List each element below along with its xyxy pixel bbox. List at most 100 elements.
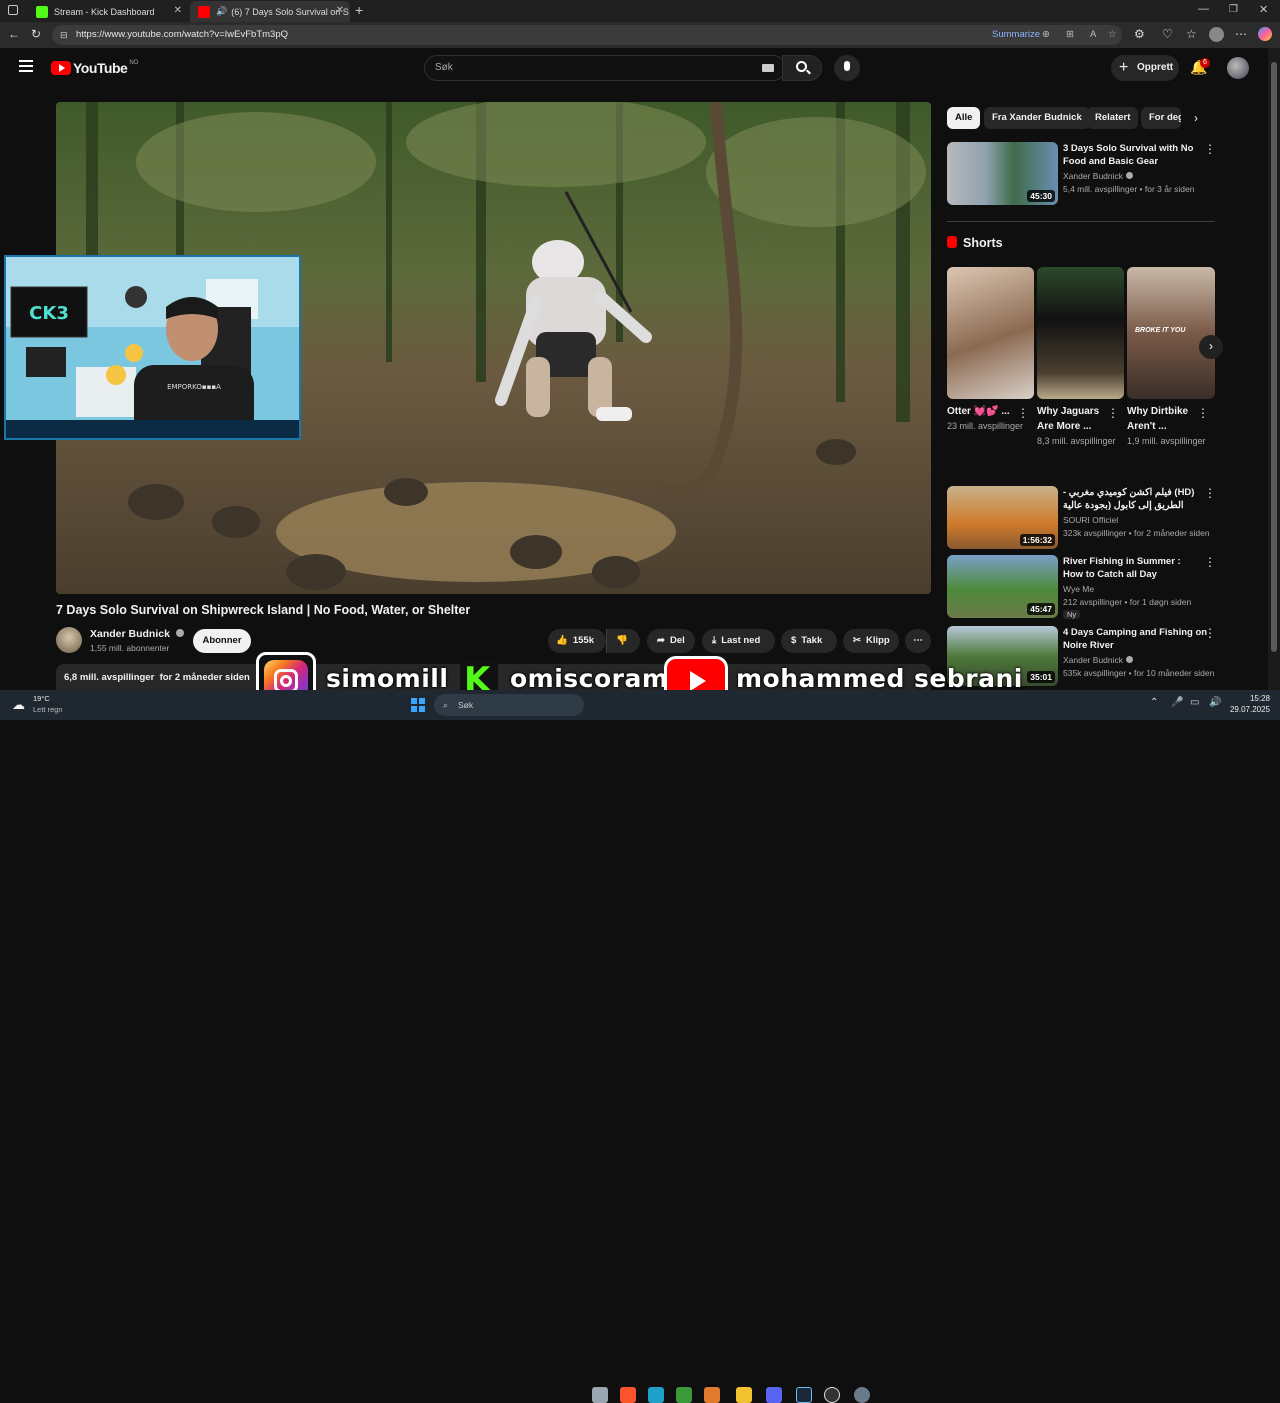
close-icon[interactable]: ✕: [336, 5, 344, 16]
short-item[interactable]: Why Jaguars Are More ... 8,3 mill. avspi…: [1037, 267, 1124, 448]
microphone-icon[interactable]: 🎤: [1171, 697, 1183, 708]
new-tab-icon[interactable]: +: [355, 2, 363, 18]
filter-chip-for-you[interactable]: For deg: [1141, 107, 1181, 129]
more-vertical-icon[interactable]: ⋮: [1204, 486, 1216, 500]
task-view-icon[interactable]: [592, 1387, 608, 1403]
hamburger-menu-icon[interactable]: [19, 60, 33, 72]
chevron-right-icon[interactable]: ›: [1194, 111, 1198, 125]
shorts-next-button[interactable]: ›: [1199, 335, 1223, 359]
profile-avatar[interactable]: [1209, 27, 1224, 42]
tab-actions-icon[interactable]: [8, 5, 18, 15]
short-thumbnail: [947, 267, 1034, 399]
weather-temperature: 19°C: [33, 694, 50, 703]
kick-icon: [36, 5, 48, 18]
recommendation-item[interactable]: 45:30 3 Days Solo Survival with No Food …: [947, 142, 1217, 206]
thumbs-up-icon: 👍: [556, 635, 568, 646]
create-button[interactable]: + Opprett: [1111, 55, 1179, 81]
page-scrollbar[interactable]: [1268, 48, 1280, 690]
dislike-button[interactable]: 👎: [606, 629, 640, 653]
verified-icon: [1126, 172, 1134, 179]
summarize-button[interactable]: Summarize: [992, 25, 1040, 45]
filter-chip-all[interactable]: Alle: [947, 107, 981, 129]
svg-text:CK3: CK3: [29, 303, 69, 324]
steam-icon[interactable]: [796, 1387, 812, 1403]
tab-youtube-video[interactable]: 🔊 (6) 7 Days Solo Survival on S ✕: [190, 1, 350, 22]
close-window-icon[interactable]: ✕: [1259, 3, 1268, 16]
short-title: Why Jaguars Are More ...: [1037, 406, 1100, 432]
extensions-icon[interactable]: ⚙: [1134, 27, 1145, 41]
keyboard-icon[interactable]: [762, 64, 774, 72]
favorite-star-icon[interactable]: ☆: [1108, 25, 1117, 45]
recommendation-item[interactable]: 45:47 River Fishing in Summer : How to C…: [947, 555, 1217, 619]
like-button[interactable]: 👍 155k: [548, 629, 606, 653]
download-button[interactable]: ⤓ Last ned: [702, 629, 775, 653]
taskbar-search[interactable]: ⌕ Søk: [434, 694, 584, 716]
app-icon[interactable]: [704, 1387, 720, 1403]
edge-icon[interactable]: [648, 1387, 664, 1403]
shorts-heading: Shorts: [947, 236, 1003, 250]
obs-icon[interactable]: [824, 1387, 840, 1403]
search-input[interactable]: Søk: [424, 55, 786, 81]
more-vertical-icon[interactable]: ⋮: [1107, 406, 1119, 420]
recommendation-meta: 535k avspillinger • for 10 måneder siden: [1063, 668, 1215, 678]
share-button[interactable]: ➦ Del: [647, 629, 695, 653]
filter-chip-from-channel[interactable]: Fra Xander Budnick: [984, 107, 1090, 129]
copilot-icon[interactable]: [1258, 27, 1272, 41]
refresh-icon[interactable]: ↻: [31, 27, 41, 41]
recommendation-channel: Xander Budnick: [1063, 170, 1134, 183]
more-vertical-icon[interactable]: ⋮: [1204, 555, 1216, 569]
voice-search-button[interactable]: [834, 55, 860, 81]
read-aloud-icon[interactable]: A: [1090, 25, 1096, 45]
brave-icon[interactable]: [620, 1387, 636, 1403]
recommendation-channel: SOURI Officiel: [1063, 515, 1119, 525]
more-actions-button[interactable]: ⋯: [905, 629, 931, 653]
more-menu-icon[interactable]: ⋯: [1235, 27, 1247, 41]
tray-overflow-icon[interactable]: ⌃: [1150, 697, 1158, 708]
network-icon[interactable]: ▭: [1190, 697, 1199, 708]
more-vertical-icon[interactable]: ⋮: [1197, 406, 1209, 420]
clock-time[interactable]: 15:28: [1240, 694, 1270, 703]
microsoft-store-icon[interactable]: [736, 1387, 752, 1403]
subscribe-button[interactable]: Abonner: [193, 629, 251, 653]
short-item[interactable]: Otter 💓💕 ... 23 mill. avspillinger ⋮: [947, 267, 1034, 433]
new-badge: Ny: [1063, 610, 1081, 619]
channel-avatar[interactable]: [56, 627, 82, 653]
verified-icon: [175, 629, 184, 637]
thanks-button[interactable]: $ Takk: [781, 629, 837, 653]
recommendation-item[interactable]: 1:56:32 (HD) فيلم اكشن كوميدي مغربي - ال…: [947, 486, 1217, 550]
tab-kick-dashboard[interactable]: Stream - Kick Dashboard ✕: [28, 1, 188, 22]
minimize-icon[interactable]: —: [1198, 3, 1209, 15]
settings-gear-icon[interactable]: [854, 1387, 870, 1403]
scrollbar-thumb[interactable]: [1271, 62, 1277, 652]
favorites-icon[interactable]: ☆: [1186, 27, 1197, 41]
short-item[interactable]: BROKE IT YOU Why Dirtbike Aren't ... 1,9…: [1127, 267, 1215, 448]
clip-button[interactable]: ✂ Klipp: [843, 629, 899, 653]
more-vertical-icon[interactable]: ⋮: [1017, 406, 1029, 420]
search-button[interactable]: [782, 55, 822, 81]
channel-name[interactable]: Xander Budnick: [90, 628, 184, 640]
translate-icon[interactable]: ⊕: [1042, 25, 1050, 45]
youtube-logo[interactable]: YouTube NO: [51, 60, 138, 76]
thanks-icon: $: [791, 635, 797, 646]
apps-icon[interactable]: ⊞: [1066, 25, 1074, 45]
more-vertical-icon[interactable]: ⋮: [1204, 626, 1216, 640]
start-button[interactable]: [411, 698, 425, 712]
volume-icon[interactable]: 🔊: [1209, 697, 1221, 708]
more-vertical-icon[interactable]: ⋮: [1204, 142, 1216, 156]
clock-date[interactable]: 29.07.2025: [1222, 705, 1270, 714]
site-info-icon[interactable]: ⊟: [60, 25, 68, 45]
audio-icon[interactable]: 🔊: [216, 6, 227, 17]
restore-icon[interactable]: ❐: [1229, 4, 1238, 15]
back-icon[interactable]: ←: [8, 27, 20, 41]
close-icon[interactable]: ✕: [174, 5, 182, 16]
browser-essentials-icon[interactable]: ♡: [1162, 27, 1173, 41]
discord-icon[interactable]: [766, 1387, 782, 1403]
account-avatar[interactable]: [1227, 57, 1249, 79]
url-field[interactable]: ⊟ https://www.youtube.com/watch?v=IwEvFb…: [52, 25, 1122, 45]
webcam-frame: CK3 EMPORKO▪▪▪A: [6, 257, 299, 438]
filter-chip-related[interactable]: Relatert: [1087, 107, 1139, 129]
weather-icon[interactable]: ☁: [12, 697, 25, 713]
xbox-icon[interactable]: [676, 1387, 692, 1403]
recommendation-title: 3 Days Solo Survival with No Food and Ba…: [1063, 143, 1194, 167]
like-count: 155k: [572, 635, 594, 646]
